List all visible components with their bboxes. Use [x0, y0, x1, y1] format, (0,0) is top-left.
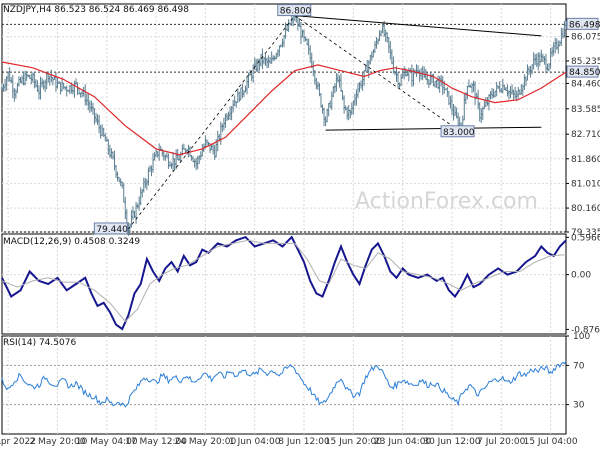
fib-trendline [128, 15, 296, 230]
x-tick-label: 1 Jun 04:00 [229, 437, 281, 447]
chart-canvas: 25 Apr 20222 May 20:0010 May 04:0017 May… [0, 3, 600, 447]
chart-root: 25 Apr 20222 May 20:0010 May 04:0017 May… [0, 0, 600, 450]
rsi-frame [1, 335, 567, 435]
rsi-header: RSI(14) 74.5076 [3, 338, 76, 348]
channel-trendline [294, 15, 542, 37]
price-tick-label: 80.160 [571, 204, 600, 214]
price-tick-label: 85.235 [571, 57, 600, 67]
x-tick-label: 8 Jun 12:00 [278, 437, 330, 447]
x-tick-label: 24 May 20:00 [175, 437, 237, 447]
macd-line [1, 235, 567, 331]
channel-trendline [325, 126, 542, 131]
level-box-label: 86.498 [569, 20, 600, 30]
price-tick-label: 82.710 [571, 130, 600, 140]
swing-level-label: 79.440 [96, 225, 128, 235]
price-tick-label: 81.010 [571, 179, 600, 189]
macd-panel [1, 235, 567, 331]
macd-tick-label: 0.00 [571, 271, 591, 281]
macd-header: MACD(12,26,9) 0.4508 0.3249 [3, 237, 140, 247]
price-header: NZDJPY,H4 86.523 86.524 86.469 86.498 [3, 5, 189, 15]
price-tick-label: 84.460 [571, 79, 600, 89]
rsi-tick-label: 30 [573, 401, 585, 411]
price-tick-label: 86.075 [571, 33, 600, 43]
watermark: ActionForex.com [355, 189, 538, 214]
x-tick-label: 15 Jul 04:00 [524, 437, 578, 447]
swing-level-label: 83.000 [443, 128, 475, 138]
rsi-tick-label: 100 [573, 332, 590, 342]
macd-tick-label: 0.5966 [571, 233, 600, 243]
rsi-line [1, 361, 567, 408]
rsi-panel [1, 361, 567, 408]
price-tick-label: 81.860 [571, 155, 600, 165]
x-tick-label: 30 Jun 12:00 [423, 437, 480, 447]
level-box-label: 84.850 [569, 68, 600, 78]
rsi-tick-label: 70 [573, 361, 585, 371]
swing-level-label: 86.800 [280, 7, 312, 17]
x-tick-label: 7 Jul 20:00 [477, 437, 526, 447]
price-tick-label: 83.585 [571, 105, 600, 115]
